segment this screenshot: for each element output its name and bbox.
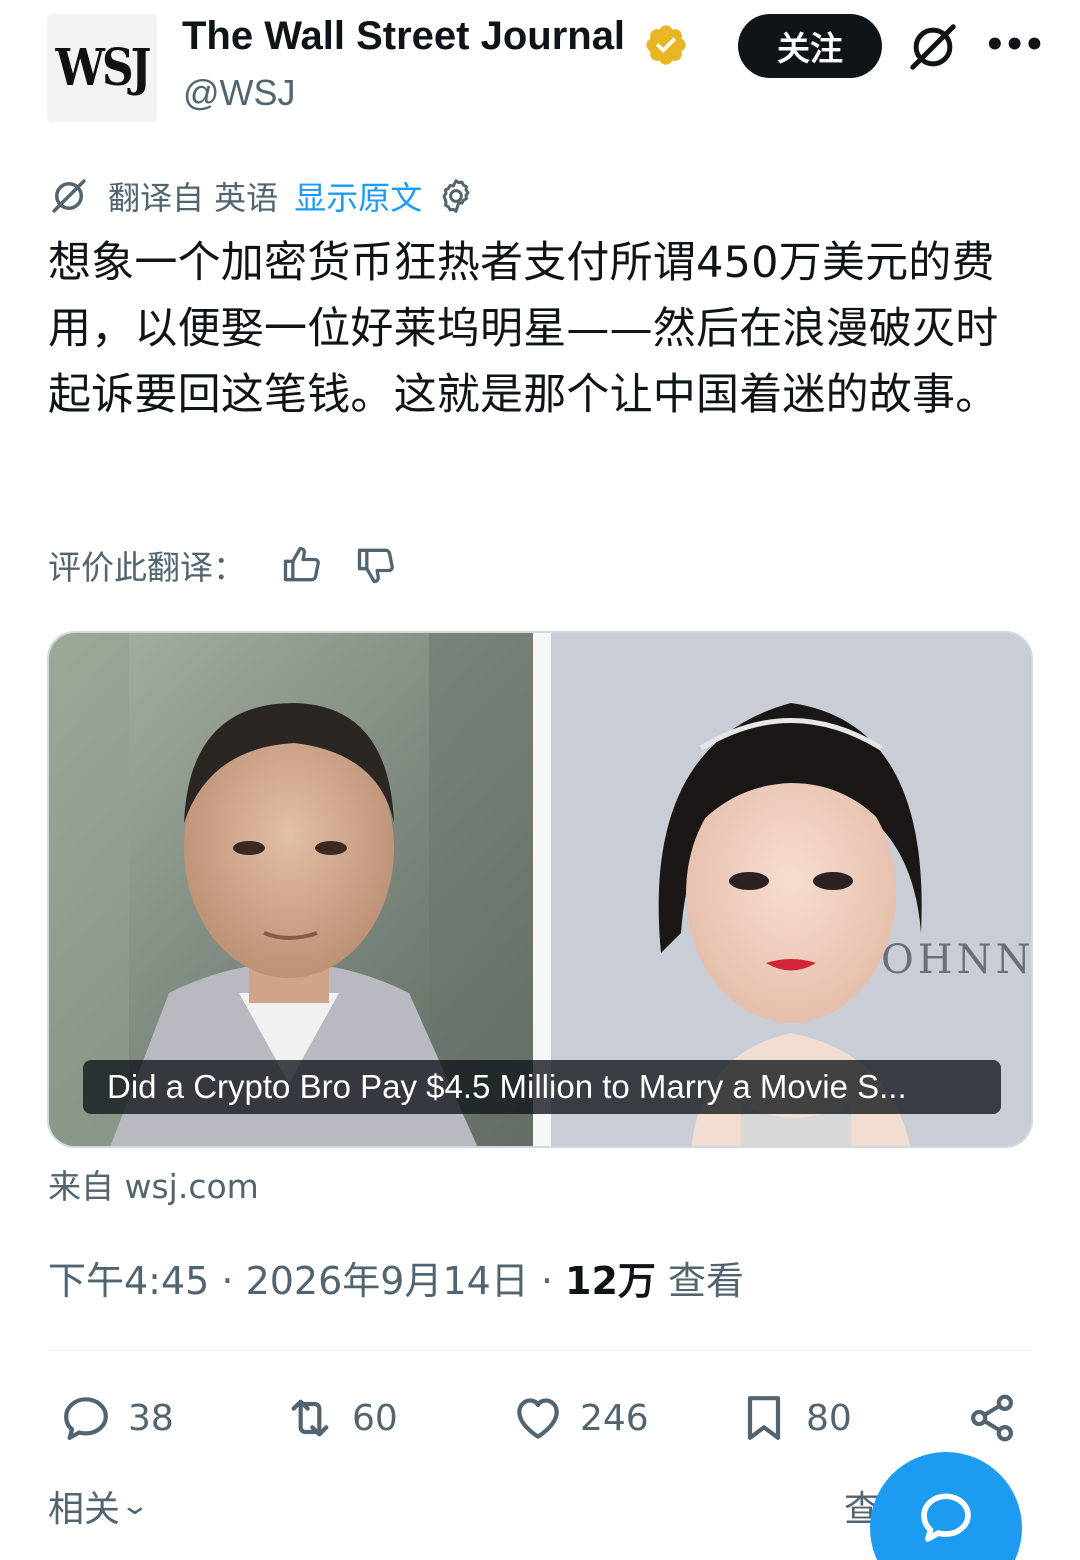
thumbs-up-icon[interactable] [280,543,324,587]
repost-count: 60 [352,1397,398,1439]
view-count: 12万 [565,1259,656,1303]
tweet-text: 想象一个加密货币狂热者支付所谓450万美元的费用，以便娶一位好莱坞明星——然后在… [48,238,999,420]
more-icon[interactable]: ••• [984,22,1045,68]
like-icon [517,1398,559,1439]
repost-button[interactable]: 60 [282,1386,398,1450]
bookmark-button[interactable]: 80 [736,1386,852,1450]
compose-fab[interactable] [870,1452,1022,1560]
tweet-detail-page: WSJ The Wall Street Journal @WSJ 关注 ••• … [0,0,1080,1560]
gear-icon[interactable] [436,176,476,216]
bookmark-count: 80 [806,1397,852,1439]
repost-icon [291,1399,329,1437]
bookmark-icon [747,1396,781,1440]
related-dropdown[interactable]: 相关 ⌄ [48,1480,150,1532]
translate-icon [52,179,86,213]
card-source[interactable]: 来自 wsj.com [48,1160,259,1208]
timestamp[interactable]: 下午4:45 · 2026年9月14日 · [48,1259,565,1303]
chevron-down-icon: ⌄ [119,1491,151,1521]
compose-icon [921,1493,971,1542]
translated-from-label: 翻译自 英语 [108,179,279,217]
share-button[interactable] [964,1386,1020,1450]
rate-translation-row: 评价此翻译： [48,540,428,590]
reply-button[interactable]: 38 [58,1386,174,1450]
action-bar: 38 60 246 80 [48,1386,1032,1450]
like-count: 246 [580,1397,649,1439]
thumbs-down-icon[interactable] [354,543,398,587]
account-name[interactable]: The Wall Street Journal [182,14,625,59]
share-icon [971,1394,1013,1442]
reply-count: 38 [128,1397,174,1439]
show-original-link[interactable]: 显示原文 [294,173,422,219]
related-label: 相关 [48,1489,121,1530]
verified-badge-icon [646,25,686,65]
grok-icon[interactable] [906,20,960,74]
follow-button[interactable]: 关注 [738,14,882,78]
card-caption: Did a Crypto Bro Pay $4.5 Million to Mar… [83,1060,1001,1114]
avatar-logo-text: WSJ [55,38,151,98]
account-handle[interactable]: @WSJ [183,72,296,114]
svg-text:OHNN: OHNN [881,937,1033,983]
rate-translation-label: 评价此翻译： [48,548,246,587]
translation-bar: 翻译自 英语 显示原文 [48,174,476,218]
like-button[interactable]: 246 [510,1386,649,1450]
reply-icon [64,1397,108,1440]
avatar[interactable]: WSJ [47,14,157,122]
link-card[interactable]: OHNN Did a Crypto Bro Pay $4.5 Million t… [47,631,1033,1148]
view-label: 查看 [655,1259,745,1303]
divider [48,1350,1032,1351]
tweet-meta: 下午4:45 · 2026年9月14日 · 12万 查看 [48,1250,744,1305]
